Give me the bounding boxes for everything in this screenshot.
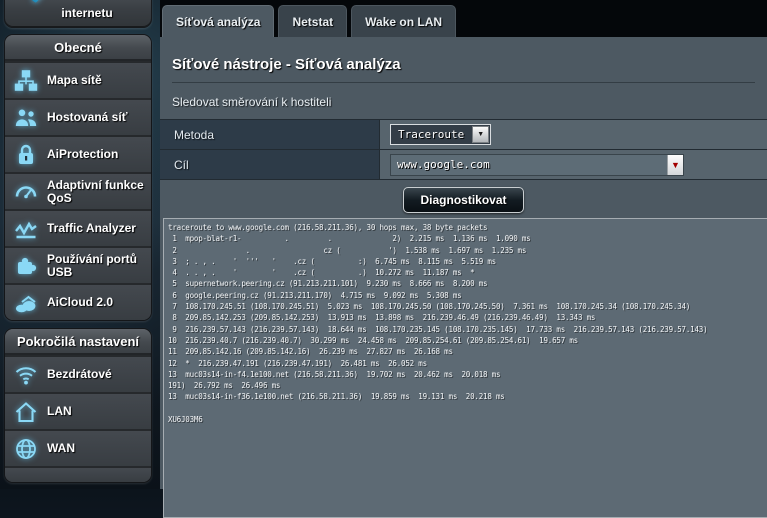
sidebar: internetu Obecné Mapa sítě Hostovaná síť… xyxy=(4,0,152,483)
button-row: Diagnostikovat xyxy=(160,180,767,220)
globe-icon xyxy=(12,436,40,462)
sidebar-item-label: Používání portů USB xyxy=(47,253,151,279)
method-label: Metoda xyxy=(160,120,380,149)
tab-wake-on-lan[interactable]: Wake on LAN xyxy=(351,5,456,37)
sidebar-item-label: Mapa sítě xyxy=(47,74,102,87)
guest-network-icon xyxy=(12,105,40,131)
sidebar-item-label: AiProtection xyxy=(47,148,118,161)
sidebar-section-title-general: Obecné xyxy=(5,35,151,61)
sidebar-item-wan[interactable]: WAN xyxy=(5,429,151,466)
sidebar-item-label: LAN xyxy=(47,405,72,418)
diagnostic-form: Metoda Traceroute ▼ Cíl www.google.com ▼ xyxy=(160,119,767,180)
quick-setup-wand-icon xyxy=(31,0,57,3)
wifi-icon xyxy=(12,362,40,388)
sidebar-item-lan[interactable]: LAN xyxy=(5,392,151,429)
method-cell: Traceroute ▼ xyxy=(380,120,767,149)
network-map-icon xyxy=(12,68,40,94)
sidebar-item-network-map[interactable]: Mapa sítě xyxy=(5,61,151,98)
sidebar-item-label: Traffic Analyzer xyxy=(47,222,136,235)
method-select-value: Traceroute xyxy=(392,128,472,141)
sidebar-section-general: Obecné Mapa sítě Hostovaná síť AiProtect… xyxy=(4,34,152,321)
target-row: Cíl www.google.com ▼ xyxy=(160,150,767,180)
page-subtitle: Sledovat směrování k hostiteli xyxy=(172,95,767,109)
main-content: Síťová analýza Netstat Wake on LAN Síťov… xyxy=(160,0,767,489)
target-cell: www.google.com ▼ xyxy=(380,150,767,179)
sidebar-item-aicloud[interactable]: AiCloud 2.0 xyxy=(5,283,151,320)
sidebar-item-guest-network[interactable]: Hostovaná síť xyxy=(5,98,151,135)
target-input-value: www.google.com xyxy=(391,158,667,171)
target-label: Cíl xyxy=(160,150,380,179)
tab-network-analysis[interactable]: Síťová analýza xyxy=(162,5,274,37)
sidebar-item-usb-application[interactable]: Používání portů USB xyxy=(5,246,151,283)
tab-netstat[interactable]: Netstat xyxy=(278,5,347,37)
usb-app-puzzle-icon xyxy=(12,253,40,279)
combo-dropdown-icon[interactable]: ▼ xyxy=(667,155,683,175)
traffic-chart-icon xyxy=(12,216,40,242)
page-title: Síťové nástroje - Síťová analýza xyxy=(172,56,767,73)
sidebar-item-label: Bezdrátové xyxy=(47,368,112,381)
content-panel: Síťové nástroje - Síťová analýza Sledova… xyxy=(160,37,767,489)
lock-icon xyxy=(12,142,40,168)
gauge-icon xyxy=(12,179,40,205)
sidebar-item-label: Hostovaná síť xyxy=(47,111,127,124)
quick-internet-setup-button[interactable]: internetu xyxy=(4,0,152,28)
chevron-down-icon[interactable]: ▼ xyxy=(472,126,489,143)
sidebar-item-aiprotection[interactable]: AiProtection xyxy=(5,135,151,172)
sidebar-item-wireless[interactable]: Bezdrátové xyxy=(5,355,151,392)
sidebar-item-label: WAN xyxy=(47,442,75,455)
tab-bar: Síťová analýza Netstat Wake on LAN xyxy=(162,5,456,37)
sidebar-section-title-advanced: Pokročilá nastavení xyxy=(5,329,151,355)
diagnose-button[interactable]: Diagnostikovat xyxy=(403,187,523,213)
traceroute-output[interactable]: traceroute to www.google.com (216.58.211… xyxy=(163,218,767,518)
sidebar-item-adaptive-qos[interactable]: Adaptivní funkce QoS xyxy=(5,172,151,209)
quick-setup-label: internetu xyxy=(61,6,112,20)
house-icon xyxy=(12,399,40,425)
sidebar-section-advanced: Pokročilá nastavení Bezdrátové LAN WAN xyxy=(4,328,152,483)
sidebar-item-label: Adaptivní funkce QoS xyxy=(47,179,151,205)
cloud-home-icon xyxy=(12,290,40,316)
method-row: Metoda Traceroute ▼ xyxy=(160,120,767,150)
sidebar-item-next-partial[interactable] xyxy=(5,466,151,482)
title-divider xyxy=(172,82,755,83)
sidebar-item-label: AiCloud 2.0 xyxy=(47,296,113,309)
target-input[interactable]: www.google.com ▼ xyxy=(390,154,684,176)
sidebar-item-traffic-analyzer[interactable]: Traffic Analyzer xyxy=(5,209,151,246)
method-select[interactable]: Traceroute ▼ xyxy=(390,124,491,145)
